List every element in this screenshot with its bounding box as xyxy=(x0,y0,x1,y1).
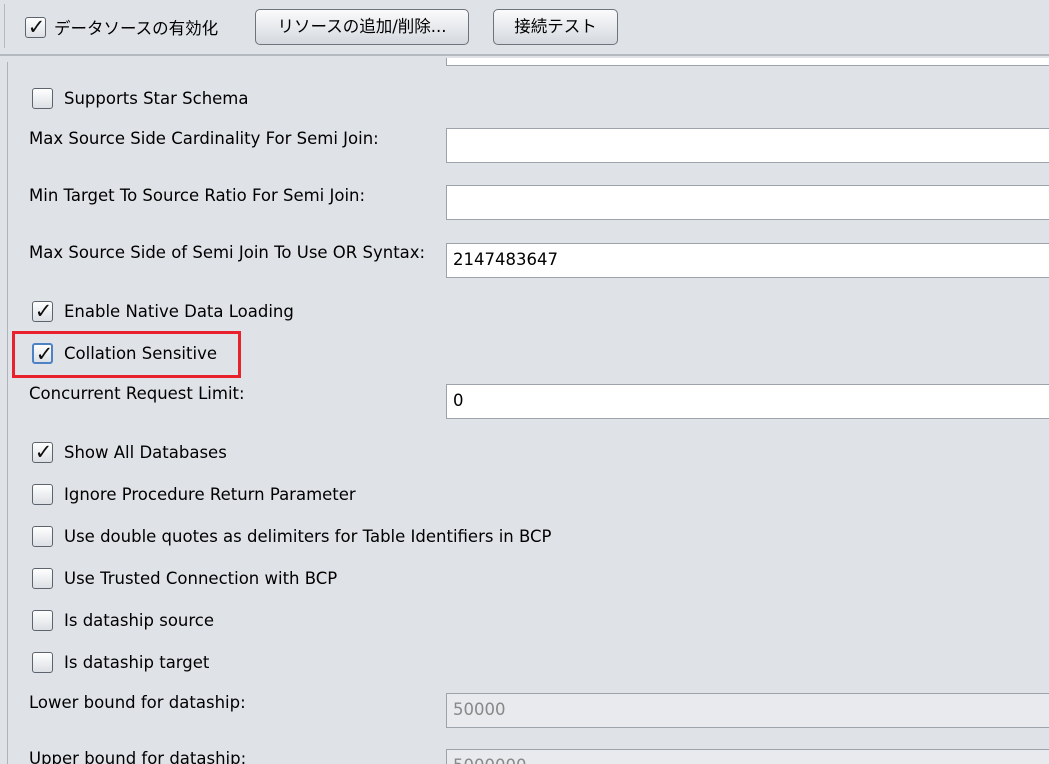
use-double-quotes-bcp-checkbox[interactable]: Use double quotes as delimiters for Tabl… xyxy=(32,524,552,548)
is-dataship-target-check-box[interactable] xyxy=(32,651,53,673)
show-all-databases-checkbox[interactable]: Show All Databases xyxy=(32,439,227,465)
max-source-side-cardinality-field[interactable] xyxy=(446,128,1049,163)
enable-datasource-checkbox[interactable]: データソースの有効化 xyxy=(25,14,219,40)
concurrent-request-limit-field[interactable]: 0 xyxy=(446,384,1049,419)
min-target-to-source-ratio-field[interactable] xyxy=(446,185,1049,220)
lower-bound-for-dataship-field[interactable]: 50000 xyxy=(446,693,1049,728)
enable-datasource-label: データソースの有効化 xyxy=(54,19,219,38)
show-all-databases-label: Show All Databases xyxy=(64,442,227,462)
collation-sensitive-check-box[interactable] xyxy=(32,341,55,367)
enable-datasource-check-box[interactable] xyxy=(25,14,47,40)
is-dataship-target-checkbox[interactable]: Is dataship target xyxy=(32,650,209,674)
is-dataship-target-label: Is dataship target xyxy=(64,652,210,672)
use-trusted-connection-bcp-checkbox[interactable]: Use Trusted Connection with BCP xyxy=(32,566,337,590)
ignore-procedure-return-parameter-label: Ignore Procedure Return Parameter xyxy=(64,484,356,504)
supports-star-schema-check-box[interactable] xyxy=(32,87,53,109)
collation-sensitive-checkbox[interactable]: Collation Sensitive xyxy=(32,341,217,367)
toolbar: データソースの有効化 リソースの追加/削除... 接続テスト xyxy=(0,0,1049,56)
previous-field[interactable] xyxy=(446,58,1049,66)
max-source-side-or-syntax-field[interactable]: 2147483647 xyxy=(446,243,1049,278)
enable-native-data-loading-checkbox[interactable]: Enable Native Data Loading xyxy=(32,298,294,324)
ignore-procedure-return-parameter-checkbox[interactable]: Ignore Procedure Return Parameter xyxy=(32,482,356,506)
collation-sensitive-label: Collation Sensitive xyxy=(64,343,217,363)
test-connection-button[interactable]: 接続テスト xyxy=(493,9,618,45)
concurrent-request-limit-label: Concurrent Request Limit: xyxy=(29,384,245,403)
show-all-databases-check-box[interactable] xyxy=(32,439,54,465)
enable-native-data-loading-label: Enable Native Data Loading xyxy=(64,301,294,321)
use-trusted-connection-bcp-check-box[interactable] xyxy=(32,567,53,589)
ignore-procedure-return-parameter-check-box[interactable] xyxy=(32,483,53,505)
lower-bound-for-dataship-label: Lower bound for dataship: xyxy=(29,693,246,712)
min-target-to-source-ratio-label: Min Target To Source Ratio For Semi Join… xyxy=(29,186,366,205)
use-double-quotes-bcp-label: Use double quotes as delimiters for Tabl… xyxy=(64,526,552,546)
max-source-side-or-syntax-label: Max Source Side of Semi Join To Use OR S… xyxy=(29,243,426,262)
upper-bound-for-dataship-label: Upper bound for dataship: xyxy=(29,749,247,764)
supports-star-schema-checkbox[interactable]: Supports Star Schema xyxy=(32,86,249,110)
upper-bound-for-dataship-field[interactable]: 5000000 xyxy=(446,749,1049,764)
is-dataship-source-checkbox[interactable]: Is dataship source xyxy=(32,608,214,632)
max-source-side-cardinality-label: Max Source Side Cardinality For Semi Joi… xyxy=(29,129,379,148)
is-dataship-source-check-box[interactable] xyxy=(32,609,53,631)
enable-native-data-loading-check-box[interactable] xyxy=(32,298,54,324)
add-remove-resource-button[interactable]: リソースの追加/削除... xyxy=(255,9,469,45)
use-double-quotes-bcp-check-box[interactable] xyxy=(32,525,53,547)
is-dataship-source-label: Is dataship source xyxy=(64,610,215,630)
supports-star-schema-label: Supports Star Schema xyxy=(64,88,249,108)
datasource-settings-panel: Supports Star Schema Max Source Side Car… xyxy=(0,58,1049,764)
use-trusted-connection-bcp-label: Use Trusted Connection with BCP xyxy=(64,568,338,588)
